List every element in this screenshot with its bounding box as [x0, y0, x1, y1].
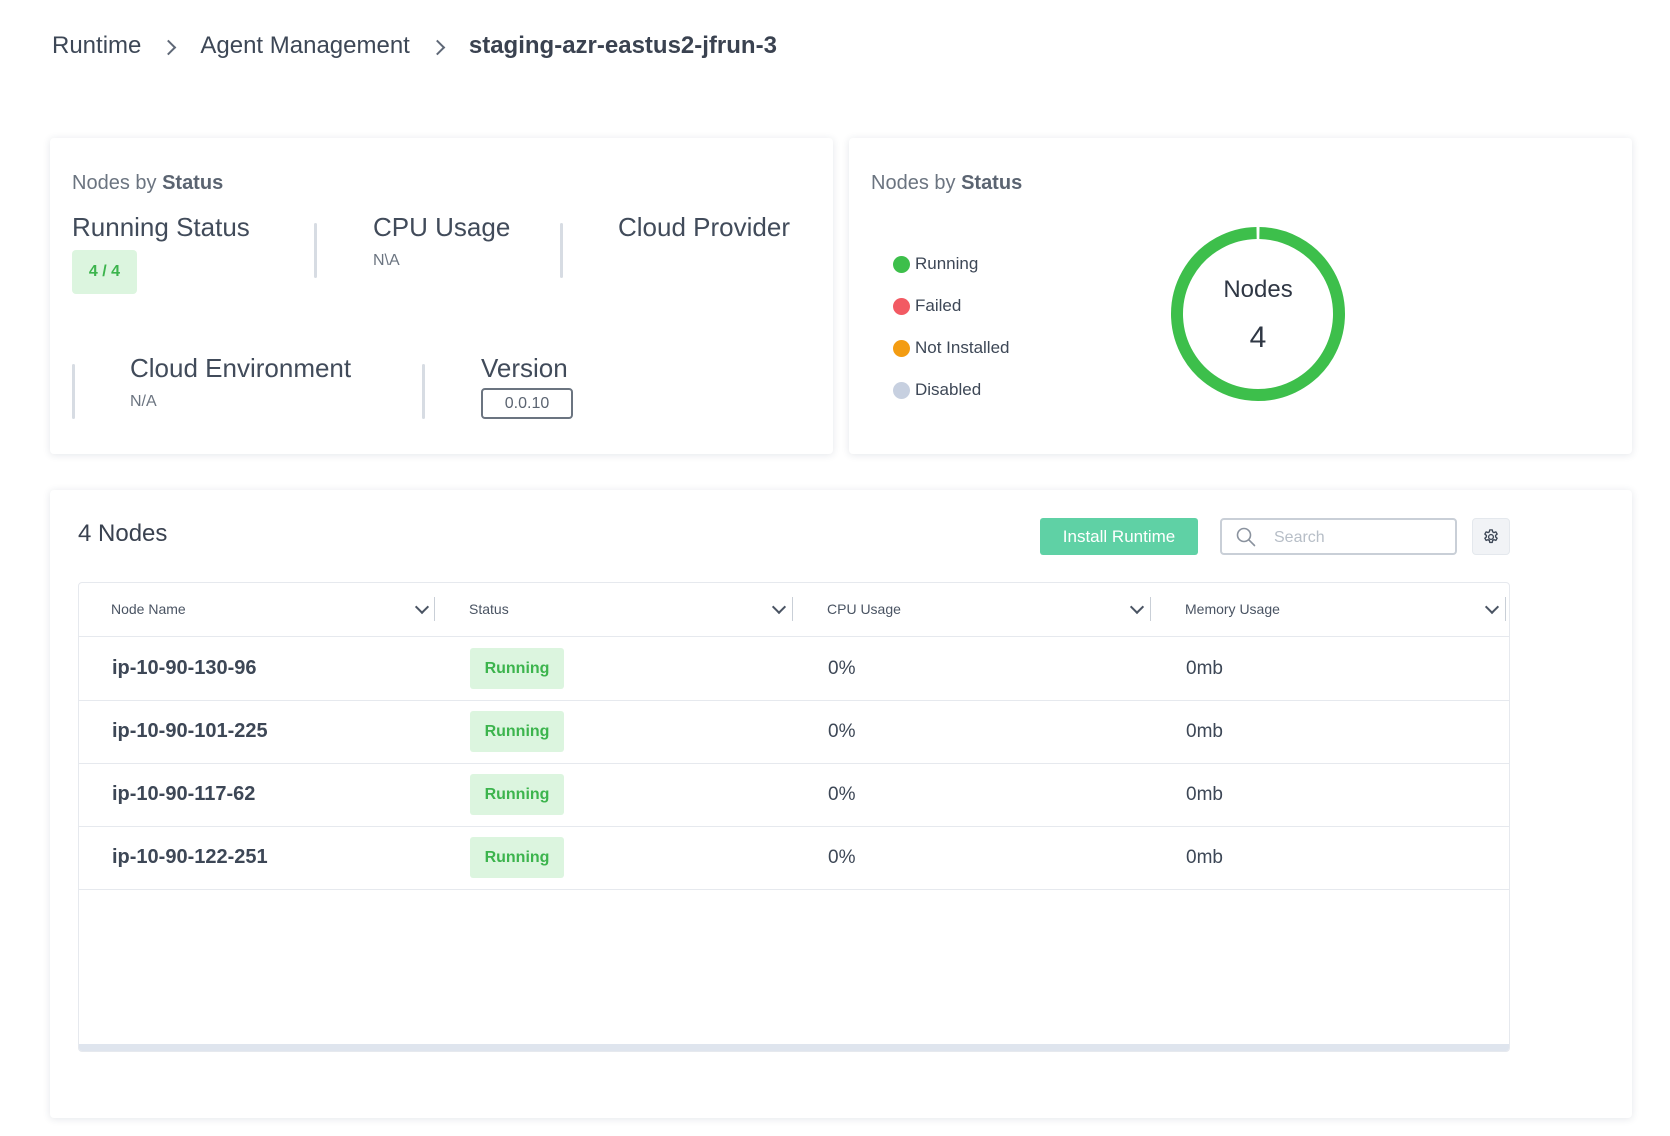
node-name-cell: ip-10-90-101-225	[112, 720, 268, 742]
divider	[314, 223, 317, 278]
legend-item-running: Running	[893, 254, 978, 274]
cpu-usage-cell: 0%	[828, 784, 856, 805]
cpu-usage-label: CPU Usage	[373, 212, 511, 242]
version-label: Version	[481, 353, 568, 383]
cloud-environment-label: Cloud Environment	[130, 353, 352, 383]
chevron-down-icon[interactable]	[1484, 599, 1500, 615]
status-badge: Running	[470, 774, 564, 815]
status-badge: Running	[470, 837, 564, 878]
table-header: Node Name Status CPU Usage Memory Usage	[79, 583, 1509, 637]
divider	[422, 364, 425, 419]
summary-card-title: Nodes by Status	[72, 172, 224, 194]
search-box[interactable]	[1220, 518, 1457, 555]
chevron-down-icon[interactable]	[771, 599, 787, 615]
donut-total: 4	[1249, 321, 1267, 354]
status-badge: Running	[470, 711, 564, 752]
breadcrumb: Runtime Agent Management staging-azr-eas…	[52, 26, 777, 66]
divider	[72, 364, 75, 419]
chevron-right-icon	[161, 39, 177, 55]
horizontal-scrollbar[interactable]	[79, 1044, 1509, 1051]
donut-title: Nodes	[1223, 276, 1293, 303]
install-runtime-button[interactable]: Install Runtime	[1040, 518, 1198, 555]
table-row[interactable]: ip-10-90-122-251 Running 0% 0mb	[79, 826, 1509, 890]
memory-usage-cell: 0mb	[1186, 847, 1223, 868]
nodes-donut-chart	[1171, 227, 1345, 401]
table-row[interactable]: ip-10-90-130-96 Running 0% 0mb	[79, 637, 1509, 701]
legend-item-disabled: Disabled	[893, 380, 981, 400]
running-status-label: Running Status	[72, 212, 250, 242]
status-badge: Running	[470, 648, 564, 689]
chevron-right-icon	[429, 39, 446, 55]
cpu-usage-value: N\A	[373, 252, 400, 269]
status-card-title: Nodes by Status	[871, 172, 1023, 194]
table-row[interactable]: ip-10-90-101-225 Running 0% 0mb	[79, 700, 1509, 764]
donut-slice-running	[1171, 227, 1345, 401]
memory-usage-cell: 0mb	[1186, 784, 1223, 805]
node-name-cell: ip-10-90-117-62	[112, 783, 256, 805]
column-header-memory-usage[interactable]: Memory Usage	[1185, 583, 1280, 636]
running-status-badge: 4 / 4	[72, 250, 137, 294]
cpu-usage-cell: 0%	[828, 847, 856, 868]
version-badge: 0.0.10	[481, 388, 573, 419]
column-divider[interactable]	[792, 597, 793, 621]
search-input[interactable]	[1272, 520, 1451, 555]
nodes-count-title: 4 Nodes	[78, 520, 168, 547]
memory-usage-cell: 0mb	[1186, 721, 1223, 742]
breadcrumb-current: staging-azr-eastus2-jfrun-3	[468, 32, 777, 59]
column-divider[interactable]	[1150, 597, 1151, 621]
legend-item-failed: Failed	[893, 296, 961, 316]
nodes-panel: 4 Nodes Install Runtime Node Name Status…	[50, 490, 1632, 1118]
cpu-usage-cell: 0%	[828, 658, 856, 679]
column-divider[interactable]	[1505, 597, 1506, 621]
table-settings-button[interactable]	[1472, 518, 1510, 555]
legend-dot	[893, 339, 910, 357]
breadcrumb-runtime[interactable]: Runtime	[52, 32, 141, 60]
gear-icon	[1484, 528, 1498, 543]
search-icon	[1236, 527, 1256, 547]
breadcrumb-agent-management[interactable]: Agent Management	[200, 32, 409, 60]
chevron-down-icon[interactable]	[1129, 599, 1145, 615]
cloud-provider-label: Cloud Provider	[618, 212, 790, 242]
nodes-table: Node Name Status CPU Usage Memory Usage …	[78, 582, 1510, 1052]
column-header-cpu-usage[interactable]: CPU Usage	[827, 583, 901, 636]
column-header-node-name[interactable]: Node Name	[111, 583, 186, 636]
table-row[interactable]: ip-10-90-117-62 Running 0% 0mb	[79, 763, 1509, 827]
legend-dot	[893, 255, 910, 273]
legend-dot	[893, 381, 910, 399]
memory-usage-cell: 0mb	[1186, 658, 1223, 679]
summary-card: Nodes by Status Running Status 4 / 4 CPU…	[50, 138, 833, 454]
divider	[560, 223, 563, 278]
cloud-environment-value: N/A	[130, 393, 157, 410]
column-divider[interactable]	[434, 597, 435, 621]
column-header-status[interactable]: Status	[469, 583, 509, 636]
cpu-usage-cell: 0%	[828, 721, 856, 742]
legend-item-not-installed: Not Installed	[893, 338, 1010, 358]
chevron-down-icon[interactable]	[414, 599, 430, 615]
node-name-cell: ip-10-90-122-251	[112, 846, 268, 868]
node-name-cell: ip-10-90-130-96	[112, 657, 257, 679]
legend-dot	[893, 297, 910, 315]
